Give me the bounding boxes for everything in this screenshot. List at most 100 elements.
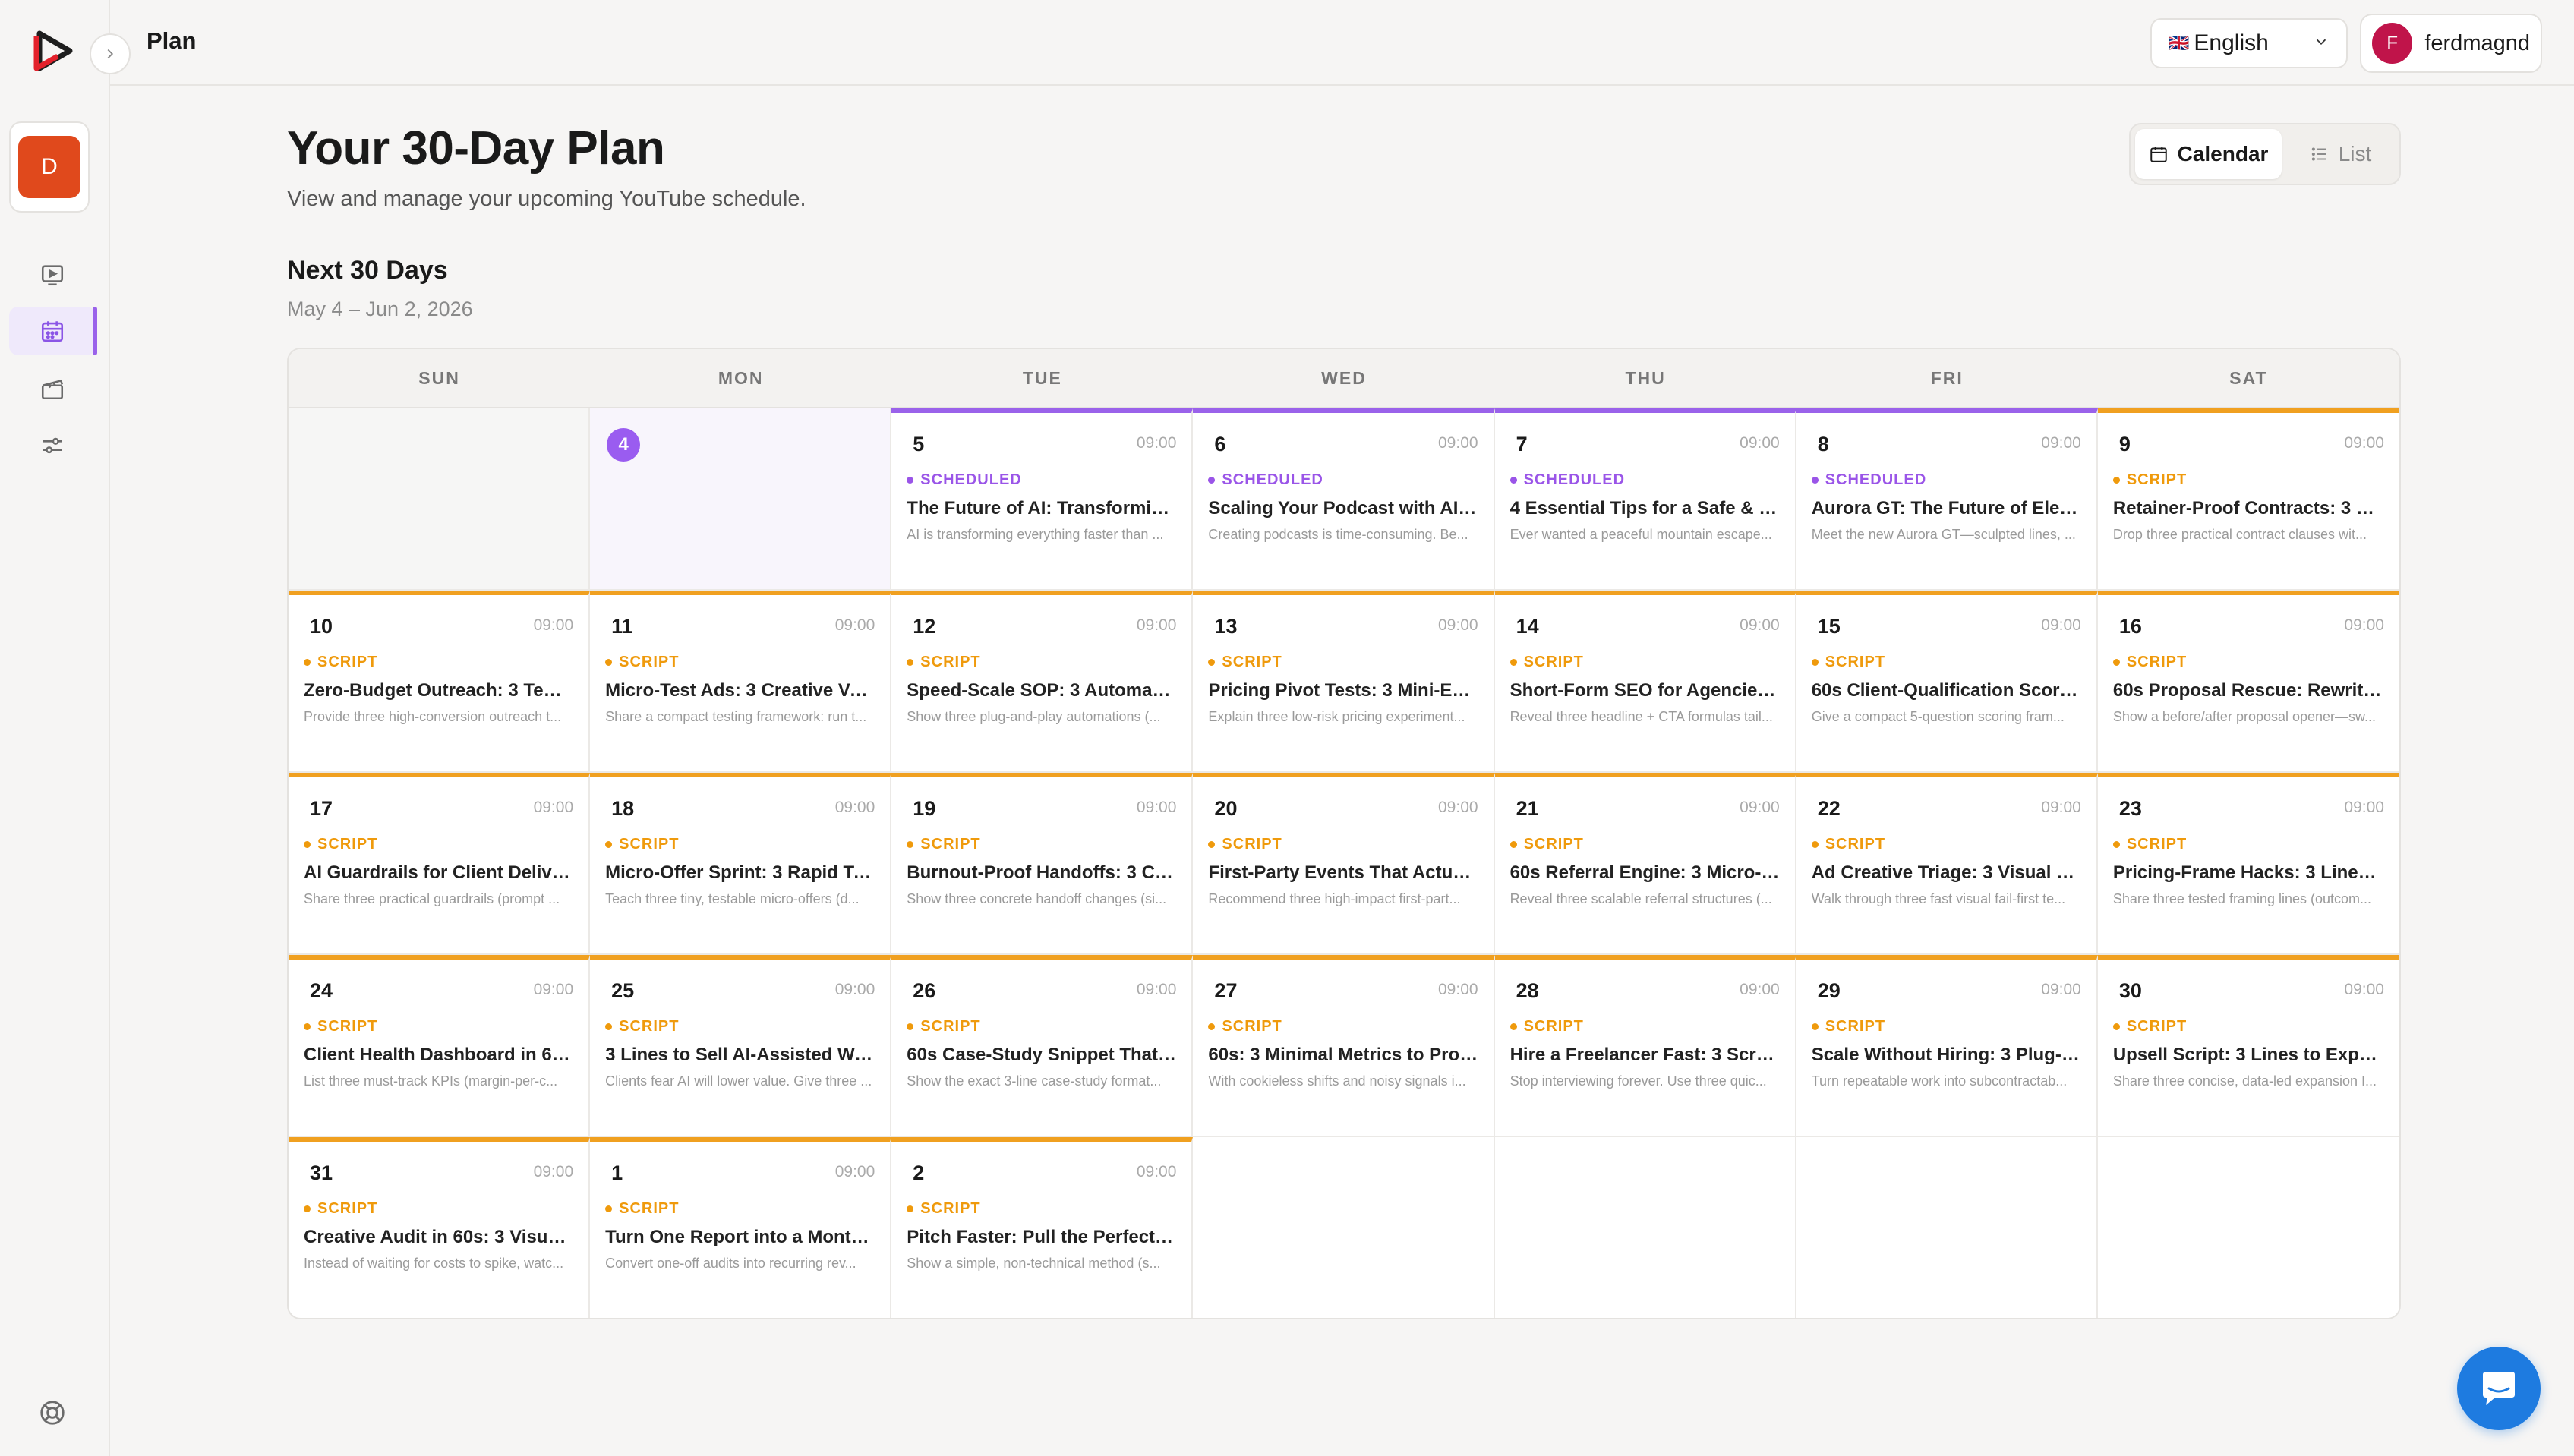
language-label: English (2194, 30, 2269, 55)
event-title[interactable]: Zero-Budget Outreach: 3 Templa... (304, 680, 573, 701)
event-description: Provide three high-conversion outreach t… (304, 709, 562, 724)
calendar-cell-event[interactable]: 1 09:00 SCRIPT Turn One Report into a Month… (590, 1137, 892, 1318)
event-title[interactable]: Retainer-Proof Contracts: 3 Clau... (2113, 498, 2384, 519)
calendar-cell-event[interactable]: 17 09:00 SCRIPT AI Guardrails for Client De… (289, 773, 591, 955)
event-title[interactable]: The Future of AI: Transforming O... (907, 498, 1176, 519)
day-number: 26 (913, 979, 936, 1002)
status-label: SCRIPT (619, 836, 680, 852)
language-select[interactable]: 🇬🇧 English (2150, 18, 2348, 68)
calendar-cell-event[interactable]: 13 09:00 SCRIPT Pricing Pivot Tests: 3 Mini… (1193, 591, 1495, 773)
event-title[interactable]: 3 Lines to Sell AI-Assisted Work ... (605, 1045, 875, 1066)
nav-settings[interactable] (9, 421, 96, 470)
nav-plan[interactable] (9, 307, 97, 355)
video-play-icon (41, 265, 64, 286)
event-title[interactable]: 60s Client-Qualification Score: 5... (1812, 680, 2081, 701)
calendar-cell-event[interactable]: 27 09:00 SCRIPT 60s: 3 Minimal Metrics to P… (1193, 955, 1495, 1137)
event-title[interactable]: 60s: 3 Minimal Metrics to Protec... (1208, 1045, 1478, 1066)
calendar-cell-event[interactable]: 21 09:00 SCRIPT 60s Referral Engine: 3 Micr… (1494, 773, 1796, 955)
event-title[interactable]: 60s Referral Engine: 3 Micro-Inc... (1510, 862, 1780, 884)
calendar-cell-event[interactable]: 10 09:00 SCRIPT Zero-Budget Outreach: 3 Tem… (289, 591, 591, 773)
calendar-cell-event[interactable]: 28 09:00 SCRIPT Hire a Freelancer Fast: 3 S… (1494, 955, 1796, 1137)
calendar-cell-event[interactable]: 9 09:00 SCRIPT Retainer-Proof Contracts: 3 … (2097, 408, 2399, 591)
sidebar-toggle-button[interactable] (90, 33, 131, 74)
event-title[interactable]: Client Health Dashboard in 60s: ... (304, 1045, 573, 1066)
event-title[interactable]: Scaling Your Podcast with AI: Aut... (1208, 498, 1478, 519)
support-chat-button[interactable] (2457, 1347, 2541, 1430)
weekday-mon: MON (718, 367, 764, 388)
day-number: 24 (310, 979, 333, 1002)
calendar-view-button[interactable]: Calendar (2135, 129, 2282, 179)
event-description: Walk through three fast visual fail-firs… (1811, 891, 2066, 906)
event-description: Turn repeatable work into subcontractab.… (1811, 1073, 2068, 1089)
status-label: SCRIPT (317, 654, 378, 670)
calendar-cell-event[interactable]: 16 09:00 SCRIPT 60s Proposal Rescue: Rewrit… (2097, 591, 2399, 773)
calendar-cell-event[interactable]: 25 09:00 SCRIPT 3 Lines to Sell AI-Assisted… (590, 955, 892, 1137)
calendar-cell-today[interactable]: 4 (590, 408, 892, 591)
status-label: SCRIPT (619, 654, 680, 670)
nav-videos[interactable] (9, 251, 96, 299)
status-label: SCRIPT (2126, 654, 2188, 670)
calendar-cell-event[interactable]: 18 09:00 SCRIPT Micro-Offer Sprint: 3 Rapid… (590, 773, 892, 955)
event-title[interactable]: Ad Creative Triage: 3 Visual Tests... (1812, 862, 2081, 884)
calendar-cell-event[interactable]: 7 09:00 SCHEDULED 4 Essential Tips for a Sa… (1494, 408, 1796, 591)
calendar-cell-event[interactable]: 8 09:00 SCHEDULED Aurora GT: The Future of … (1796, 408, 2098, 591)
calendar-cell-event[interactable]: 11 09:00 SCRIPT Micro-Test Ads: 3 Creative … (590, 591, 892, 773)
status-badge: SCRIPT (1811, 654, 2081, 671)
calendar-cell-empty (1494, 1137, 1796, 1318)
calendar-cell-event[interactable]: 12 09:00 SCRIPT Speed-Scale SOP: 3 Automati… (891, 591, 1194, 773)
status-dot-icon (1208, 1023, 1216, 1030)
event-title[interactable]: Scale Without Hiring: 3 Plug-In O... (1812, 1045, 2081, 1066)
event-title[interactable]: Burnout-Proof Handoffs: 3 Client... (907, 862, 1176, 884)
event-title[interactable]: Pricing Pivot Tests: 3 Mini-Experi... (1208, 680, 1478, 701)
page-title: Your 30-Day Plan (287, 122, 665, 175)
event-title[interactable]: AI Guardrails for Client Deliverab... (304, 862, 573, 884)
calendar-cell-event[interactable]: 26 09:00 SCRIPT 60s Case-Study Snippet That… (891, 955, 1194, 1137)
event-title[interactable]: Pricing-Frame Hacks: 3 Lines Tha... (2113, 862, 2384, 884)
event-title[interactable]: Turn One Report into a Monthly R... (605, 1227, 875, 1248)
status-dot-icon (907, 841, 914, 848)
event-title[interactable]: Creative Audit in 60s: 3 Visual Si... (304, 1227, 573, 1248)
event-title[interactable]: Hire a Freelancer Fast: 3 Screeni... (1510, 1045, 1780, 1066)
calendar-cell-event[interactable]: 22 09:00 SCRIPT Ad Creative Triage: 3 Visua… (1796, 773, 2098, 955)
event-title[interactable]: Micro-Test Ads: 3 Creative Varia... (605, 680, 875, 701)
lifebuoy-icon (40, 1401, 65, 1425)
event-title[interactable]: 4 Essential Tips for a Safe & Pea... (1510, 498, 1780, 519)
event-title[interactable]: Short-Form SEO for Agencies: 3 ... (1510, 680, 1780, 701)
event-time: 09:00 (533, 616, 574, 634)
event-title[interactable]: 60s Case-Study Snippet That Cl... (907, 1045, 1176, 1066)
calendar-cell-event[interactable]: 5 09:00 SCHEDULED The Future of AI: Transfo… (891, 408, 1194, 591)
calendar-cell-event[interactable]: 30 09:00 SCRIPT Upsell Script: 3 Lines to E… (2097, 955, 2399, 1137)
calendar-cell-event[interactable]: 15 09:00 SCRIPT 60s Client-Qualification Sc… (1796, 591, 2098, 773)
calendar-cell-event[interactable]: 31 09:00 SCRIPT Creative Audit in 60s: 3 Vi… (289, 1137, 591, 1318)
calendar-cell-event[interactable]: 23 09:00 SCRIPT Pricing-Frame Hacks: 3 Line… (2097, 773, 2399, 955)
calendar-cell-event[interactable]: 14 09:00 SCRIPT Short-Form SEO for Agencies… (1494, 591, 1796, 773)
event-title[interactable]: First-Party Events That Actually ... (1208, 862, 1478, 884)
nav-studio[interactable] (9, 364, 96, 413)
calendar-cell-event[interactable]: 6 09:00 SCHEDULED Scaling Your Podcast with… (1193, 408, 1495, 591)
day-number: 10 (310, 615, 333, 638)
event-title[interactable]: Pitch Faster: Pull the Perfect Past... (907, 1227, 1176, 1248)
status-dot-icon (304, 1205, 311, 1212)
calendar-cell-event[interactable]: 20 09:00 SCRIPT First-Party Events That Act… (1193, 773, 1495, 955)
status-badge: SCRIPT (2112, 1018, 2384, 1035)
calendar-cell-event[interactable]: 2 09:00 SCRIPT Pitch Faster: Pull the Perfe… (891, 1137, 1194, 1318)
list-view-button[interactable]: List (2286, 129, 2395, 179)
event-time: 09:00 (2344, 981, 2384, 998)
app-logo[interactable] (32, 29, 76, 73)
user-menu[interactable]: F ferdmagnd (2360, 14, 2542, 73)
status-label: SCHEDULED (920, 471, 1022, 488)
event-title[interactable]: Micro-Offer Sprint: 3 Rapid Tests... (605, 862, 875, 884)
status-dot-icon (1509, 477, 1517, 484)
event-title[interactable]: Aurora GT: The Future of Electric... (1812, 498, 2081, 519)
event-title[interactable]: Upsell Script: 3 Lines to Expand ... (2113, 1045, 2384, 1066)
workspace-switcher[interactable]: D (9, 121, 90, 213)
sidebar: D (0, 0, 110, 1456)
status-badge: SCRIPT (304, 1200, 573, 1218)
calendar-cell-event[interactable]: 19 09:00 SCRIPT Burnout-Proof Handoffs: 3 C… (891, 773, 1194, 955)
event-title[interactable]: Speed-Scale SOP: 3 Automation... (907, 680, 1176, 701)
help-button[interactable] (38, 1398, 67, 1431)
calendar-cell-event[interactable]: 29 09:00 SCRIPT Scale Without Hiring: 3 Plu… (1796, 955, 2098, 1137)
status-badge: SCRIPT (907, 654, 1176, 671)
event-title[interactable]: 60s Proposal Rescue: Rewrite a F... (2113, 680, 2384, 701)
calendar-cell-event[interactable]: 24 09:00 SCRIPT Client Health Dashboard in … (289, 955, 591, 1137)
